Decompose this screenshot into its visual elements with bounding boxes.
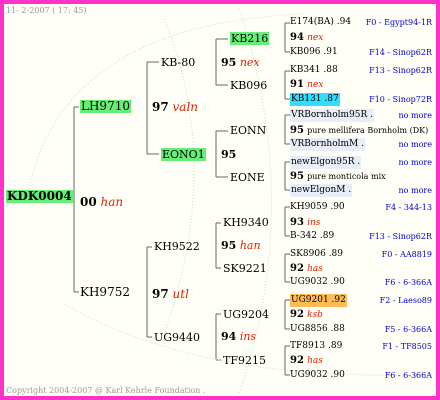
leaf-4-bottom-source: no more xyxy=(398,186,432,195)
leaf-4-year: 95 xyxy=(290,171,304,182)
leaf-8-mark: 92 has xyxy=(290,354,323,368)
gen3-year-2: 95 xyxy=(221,148,237,161)
gen2-bottom-mark: 97 utl xyxy=(152,288,189,301)
gen1-year: 00 xyxy=(80,195,97,209)
leaf-4-bottom: newElgonM . xyxy=(290,184,353,197)
gen2-top-year: 97 xyxy=(152,100,169,114)
gen3-mark-3: 95 han xyxy=(221,239,261,252)
gen2-eono1-id: EONO1 xyxy=(161,148,206,161)
gen3-eonn-id: EONN xyxy=(230,124,267,137)
gen2-top-label: valn xyxy=(172,100,199,114)
leaf-7-bottom-source: F5 - 6-366A xyxy=(384,325,432,334)
leaf-7-mark: 92 ksb xyxy=(290,308,323,322)
gen3-year-4: 94 xyxy=(221,330,237,343)
leaf-6-label: has xyxy=(307,264,323,274)
gen1-label: han xyxy=(100,195,124,209)
gen2-ug9440-id: UG9440 xyxy=(154,331,201,344)
leaf-8-top: TF8913 .89 xyxy=(290,341,343,351)
leaf-3-bottom-source: no more xyxy=(398,140,432,149)
leaf-2-bottom: KB131 .87 xyxy=(290,93,340,106)
gen2-bottom-year: 97 xyxy=(152,287,169,301)
leaf-5-bottom-source: F13 - Sinop62R xyxy=(369,232,432,241)
leaf-3-mark: 95 pure mellifera Bornholm (DK) xyxy=(290,124,428,137)
gen3-kb216-id: KB216 xyxy=(230,32,270,45)
leaf-1-top: E174(BA) .94 xyxy=(290,17,352,27)
leaf-4-top-source: no more xyxy=(398,158,432,167)
sire-line-top-id: LH9710 xyxy=(80,99,131,113)
leaf-1-mark: 94 nex xyxy=(290,31,323,45)
gen3-kh9340-id: KH9340 xyxy=(223,216,269,229)
gen3-kb096-id: KB096 xyxy=(230,79,268,92)
leaf-5-label: ins xyxy=(307,218,321,228)
gen3-label-3: han xyxy=(239,239,261,252)
gen2-bottom-label: utl xyxy=(172,287,189,301)
leaf-6-bottom: UG9032 .90 xyxy=(290,277,345,287)
gen3-mark-2: 95 xyxy=(221,148,236,161)
leaf-3-top-source: no more xyxy=(398,111,432,120)
leaf-8-bottom: UG9032 .90 xyxy=(290,370,345,380)
gen2-top-mark: 97 valn xyxy=(152,101,198,114)
pedigree-frame: 11- 2-2007 ( 17: 45) KDK0004 LH9710 KH97… xyxy=(0,0,440,400)
gen3-mark-1: 95 nex xyxy=(221,56,260,69)
leaf-2-top-source: F13 - Sinop62R xyxy=(369,66,432,75)
leaf-1-bottom: KB096 .91 xyxy=(290,47,338,57)
gen3-year-1: 95 xyxy=(221,56,237,69)
leaf-3-year: 95 xyxy=(290,125,304,136)
leaf-1-year: 94 xyxy=(290,32,304,43)
leaf-5-bottom: B-342 .89 xyxy=(290,231,335,241)
leaf-3-note: pure mellifera Bornholm (DK) xyxy=(307,126,429,135)
gen3-ug9204-id: UG9204 xyxy=(223,308,270,321)
gen3-label-4: ins xyxy=(239,330,257,343)
gen3-label-1: nex xyxy=(239,56,260,69)
leaf-5-top: KH9059 .90 xyxy=(290,202,345,212)
root-bee-id: KDK0004 xyxy=(6,189,73,203)
footer-copyright: Copyright 2004-2007 @ Karl Kehrle Founda… xyxy=(6,386,206,395)
sire-line-bottom-id: KH9752 xyxy=(80,285,130,299)
leaf-7-bottom: UG8856 .88 xyxy=(290,324,345,334)
leaf-7-top: UG9201 .92 xyxy=(290,294,347,307)
leaf-6-bottom-source: F6 - 6-366A xyxy=(384,278,432,287)
leaf-4-note: pure monticola mix xyxy=(307,172,386,181)
gen3-year-3: 95 xyxy=(221,239,237,252)
leaf-8-year: 92 xyxy=(290,355,304,366)
leaf-4-mark: 95 pure monticola mix xyxy=(290,170,386,183)
leaf-8-bottom-source: F6 - 6-366A xyxy=(384,371,432,380)
gen3-mark-4: 94 ins xyxy=(221,330,256,343)
leaf-6-year: 92 xyxy=(290,263,304,274)
leaf-1-bottom-source: F14 - Sinop62R xyxy=(369,48,432,57)
gen3-tf9215-id: TF9215 xyxy=(223,354,266,367)
leaf-1-label: nex xyxy=(307,33,324,43)
leaf-6-mark: 92 has xyxy=(290,262,323,276)
leaf-7-top-source: F2 - Laeso89 xyxy=(379,296,432,305)
leaf-3-top: VRBornholm95R . xyxy=(290,109,374,122)
header-timestamp: 11- 2-2007 ( 17: 45) xyxy=(6,6,87,15)
leaf-5-year: 93 xyxy=(290,217,304,228)
leaf-2-year: 91 xyxy=(290,79,304,90)
leaf-7-year: 92 xyxy=(290,309,304,320)
leaf-2-top: KB341 .88 xyxy=(290,65,338,75)
leaf-2-bottom-source: F10 - Sinop72R xyxy=(369,95,432,104)
gen2-kb80-id: KB-80 xyxy=(161,56,196,69)
leaf-8-label: has xyxy=(307,356,323,366)
gen3-sk9221-id: SK9221 xyxy=(223,262,267,275)
leaf-3-bottom: VRBornholmM . xyxy=(290,138,365,151)
leaf-5-top-source: F4 - 344-13 xyxy=(385,203,432,212)
leaf-4-top: newElgon95R . xyxy=(290,156,362,169)
leaf-2-label: nex xyxy=(307,80,324,90)
leaf-1-top-source: F0 - Egypt94-1R xyxy=(365,18,432,27)
gen1-mark: 00 han xyxy=(80,196,123,209)
leaf-8-top-source: F1 - TF8505 xyxy=(382,342,432,351)
leaf-7-label: ksb xyxy=(307,310,323,320)
leaf-6-top: SK8906 .89 xyxy=(290,249,343,259)
leaf-6-top-source: F0 - AA8819 xyxy=(381,250,432,259)
gen3-eone-id: EONE xyxy=(230,171,265,184)
leaf-2-mark: 91 nex xyxy=(290,78,323,92)
gen2-kh9522-id: KH9522 xyxy=(154,240,200,253)
leaf-5-mark: 93 ins xyxy=(290,216,320,230)
